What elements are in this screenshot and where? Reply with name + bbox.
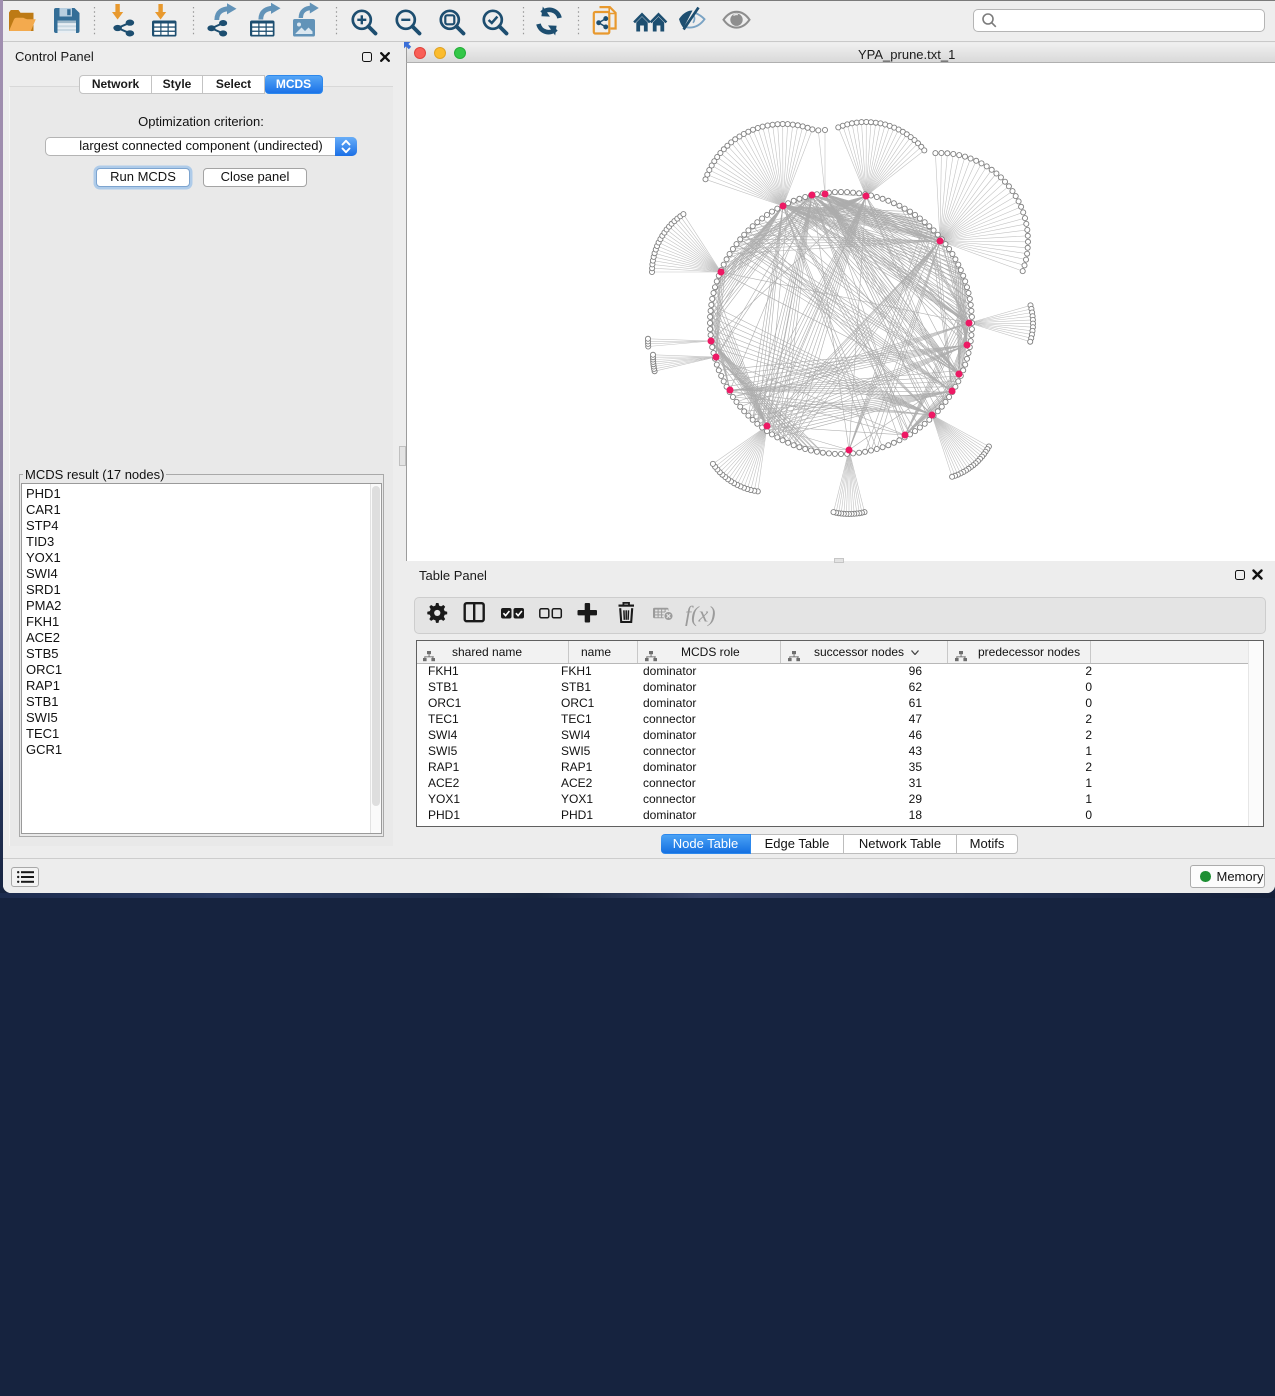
svg-text:f(x): f(x) — [685, 602, 716, 627]
